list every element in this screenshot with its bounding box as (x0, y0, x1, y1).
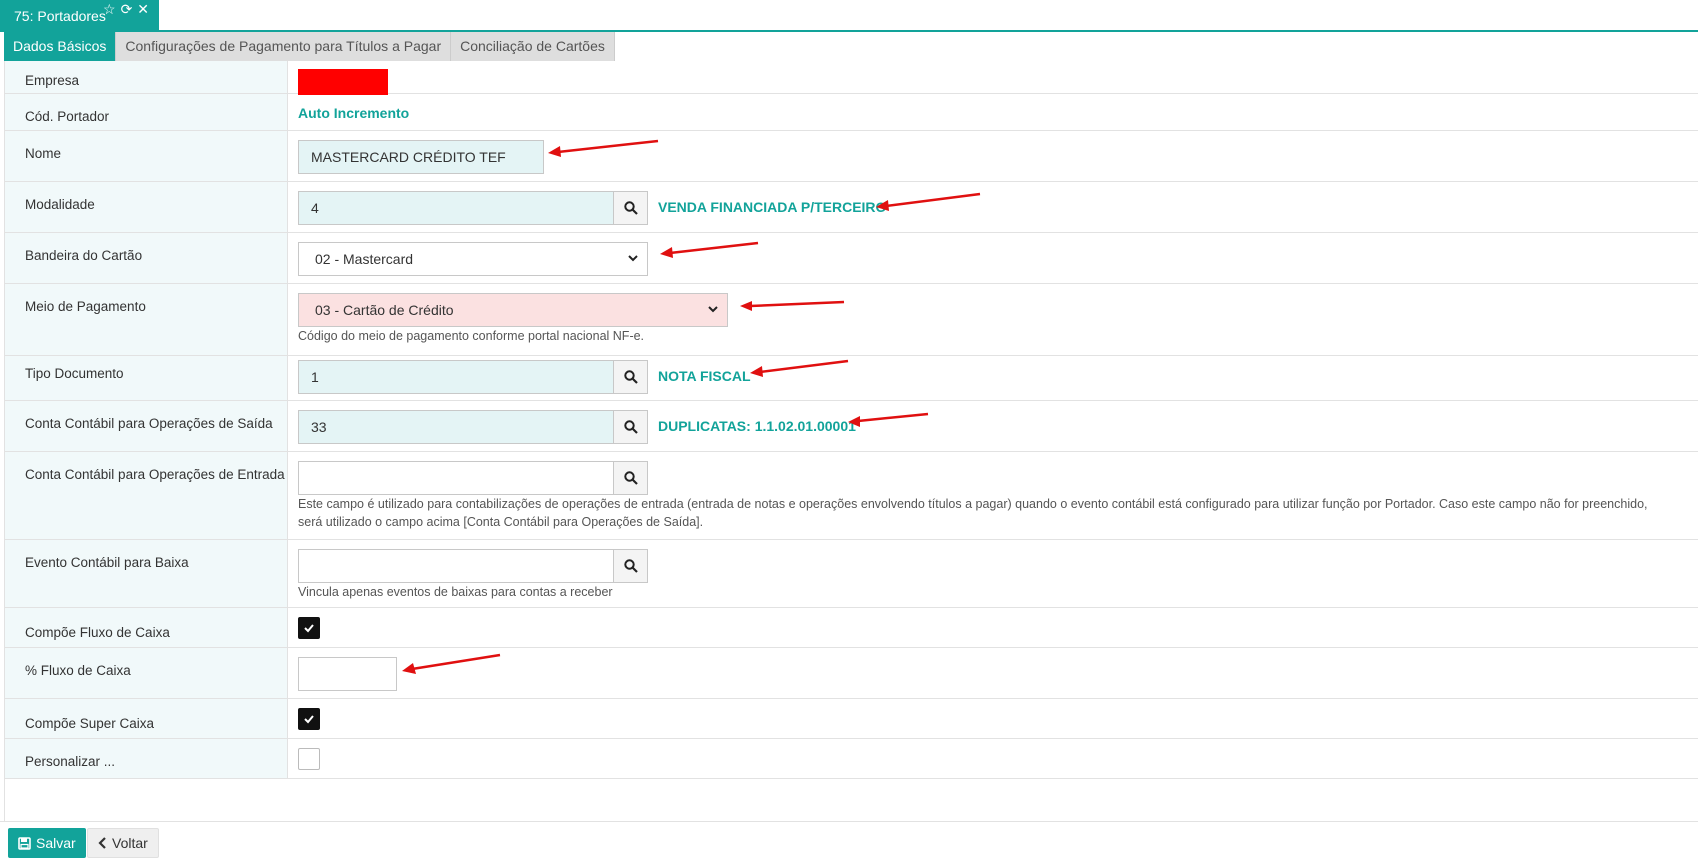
empresa-redacted-value (298, 69, 388, 95)
search-icon (623, 370, 638, 384)
row-evento-baixa: Evento Contábil para Baixa Vincula apena… (5, 540, 1698, 608)
row-pct-fluxo: % Fluxo de Caixa (5, 648, 1698, 699)
row-modalidade: Modalidade 4 VENDA FINANCIADA P/TERCEIRO (5, 182, 1698, 233)
conta-saida-description: DUPLICATAS: 1.1.02.01.00001 (658, 418, 856, 434)
row-conta-entrada: Conta Contábil para Operações de Entrada… (5, 452, 1698, 540)
search-icon (623, 201, 638, 215)
modalidade-search-button[interactable] (614, 191, 648, 225)
label-conta-entrada: Conta Contábil para Operações de Entrada (5, 452, 288, 539)
compoe-super-checkbox[interactable] (298, 708, 320, 730)
next-checkbox[interactable] (298, 748, 320, 770)
row-compoe-fluxo: Compõe Fluxo de Caixa (5, 608, 1698, 648)
row-empresa: Empresa (5, 61, 1698, 95)
label-evento-baixa: Evento Contábil para Baixa (5, 540, 288, 607)
annotation-arrow (876, 192, 981, 211)
bandeira-select-value: 02 - Mastercard (315, 251, 414, 267)
evento-baixa-input[interactable] (298, 549, 614, 583)
annotation-arrow (548, 139, 659, 157)
annotation-arrow (660, 241, 759, 258)
conta-entrada-search-button[interactable] (614, 461, 648, 495)
tab-configuracoes-pagamento[interactable]: Configurações de Pagamento para Títulos … (116, 32, 452, 61)
label-nome: Nome (5, 131, 288, 181)
meio-pagamento-help: Código do meio de pagamento conforme por… (298, 329, 645, 343)
conta-saida-search-button[interactable] (614, 410, 648, 444)
evento-baixa-search-button[interactable] (614, 549, 648, 583)
label-conta-saida: Conta Contábil para Operações de Saída (5, 401, 288, 451)
evento-baixa-lookup (298, 549, 648, 583)
search-icon (623, 471, 638, 485)
conta-saida-lookup: 33 (298, 410, 648, 444)
conta-entrada-input[interactable] (298, 461, 614, 495)
label-meio-pagamento: Meio de Pagamento (5, 284, 288, 355)
back-button[interactable]: Voltar (87, 828, 159, 858)
check-icon (304, 624, 314, 633)
footer-bar: Salvar Voltar (0, 821, 1698, 864)
row-tipo-documento: Tipo Documento 1 NOTA FISCAL (5, 356, 1698, 401)
row-meio-pagamento: Meio de Pagamento 03 - Cartão de Crédito… (5, 284, 1698, 356)
tab-conciliacao-cartoes[interactable]: Conciliação de Cartões (451, 32, 615, 61)
row-nome: Nome MASTERCARD CRÉDITO TEF (5, 131, 1698, 182)
window-tab[interactable]: 75: Portadores ☆⟳✕ (0, 0, 159, 31)
tipo-documento-search-button[interactable] (614, 360, 648, 394)
evento-baixa-help: Vincula apenas eventos de baixas para co… (298, 585, 613, 599)
search-icon (623, 559, 638, 573)
close-icon[interactable]: ✕ (137, 1, 154, 17)
row-compoe-super: Compõe Super Caixa (5, 699, 1698, 739)
cod-portador-value: Auto Incremento (298, 105, 410, 121)
conta-entrada-help: Este campo é utilizado para contabilizaç… (298, 497, 1648, 529)
tipo-documento-lookup: 1 (298, 360, 648, 394)
check-icon (304, 715, 314, 724)
search-icon (623, 420, 638, 434)
floppy-disk-icon (18, 836, 31, 850)
label-tipo-documento: Tipo Documento (5, 356, 288, 400)
row-next: Personalizar ... (5, 739, 1698, 779)
save-button-label: Salvar (36, 835, 76, 851)
label-empresa: Empresa (5, 61, 288, 93)
label-cod-portador: Cód. Portador (5, 94, 288, 130)
tab-dados-basicos[interactable]: Dados Básicos (4, 32, 117, 61)
row-cod-portador: Cód. Portador Auto Incremento (5, 94, 1698, 131)
label-modalidade: Modalidade (5, 182, 288, 232)
subtabs: Dados Básicos Configurações de Pagamento… (4, 32, 615, 61)
label-bandeira: Bandeira do Cartão (5, 233, 288, 283)
bandeira-select[interactable]: 02 - Mastercard (298, 242, 648, 276)
chevron-left-icon (98, 837, 106, 849)
meio-pagamento-select[interactable]: 03 - Cartão de Crédito (298, 293, 728, 327)
conta-entrada-lookup (298, 461, 648, 495)
modalidade-description: VENDA FINANCIADA P/TERCEIRO (658, 199, 887, 215)
annotation-arrow (848, 412, 929, 427)
annotation-arrow (750, 359, 849, 377)
window-title: 75: Portadores (14, 8, 106, 24)
label-compoe-fluxo: Compõe Fluxo de Caixa (5, 608, 288, 647)
chevron-down-icon (708, 306, 718, 313)
tipo-documento-input[interactable]: 1 (298, 360, 614, 394)
row-bandeira: Bandeira do Cartão 02 - Mastercard (5, 233, 1698, 284)
meio-pagamento-select-value: 03 - Cartão de Crédito (315, 302, 454, 318)
refresh-icon[interactable]: ⟳ (121, 1, 138, 17)
annotation-arrow (402, 653, 501, 674)
annotation-arrow (740, 300, 845, 311)
tipo-documento-description: NOTA FISCAL (658, 368, 751, 384)
compoe-fluxo-checkbox[interactable] (298, 617, 320, 639)
back-button-label: Voltar (112, 835, 148, 851)
modalidade-input[interactable]: 4 (298, 191, 614, 225)
label-compoe-super: Compõe Super Caixa (5, 699, 288, 738)
nome-input[interactable]: MASTERCARD CRÉDITO TEF (298, 140, 544, 174)
row-conta-saida: Conta Contábil para Operações de Saída 3… (5, 401, 1698, 452)
conta-saida-input[interactable]: 33 (298, 410, 614, 444)
save-button[interactable]: Salvar (8, 828, 86, 858)
star-icon[interactable]: ☆ (103, 1, 121, 17)
pct-fluxo-input[interactable] (298, 657, 397, 691)
form-area: Empresa Cód. Portador Auto Incremento No… (4, 61, 1698, 821)
modalidade-lookup: 4 (298, 191, 648, 225)
label-pct-fluxo: % Fluxo de Caixa (5, 648, 288, 698)
chevron-down-icon (628, 255, 638, 262)
label-next: Personalizar ... (5, 739, 288, 778)
